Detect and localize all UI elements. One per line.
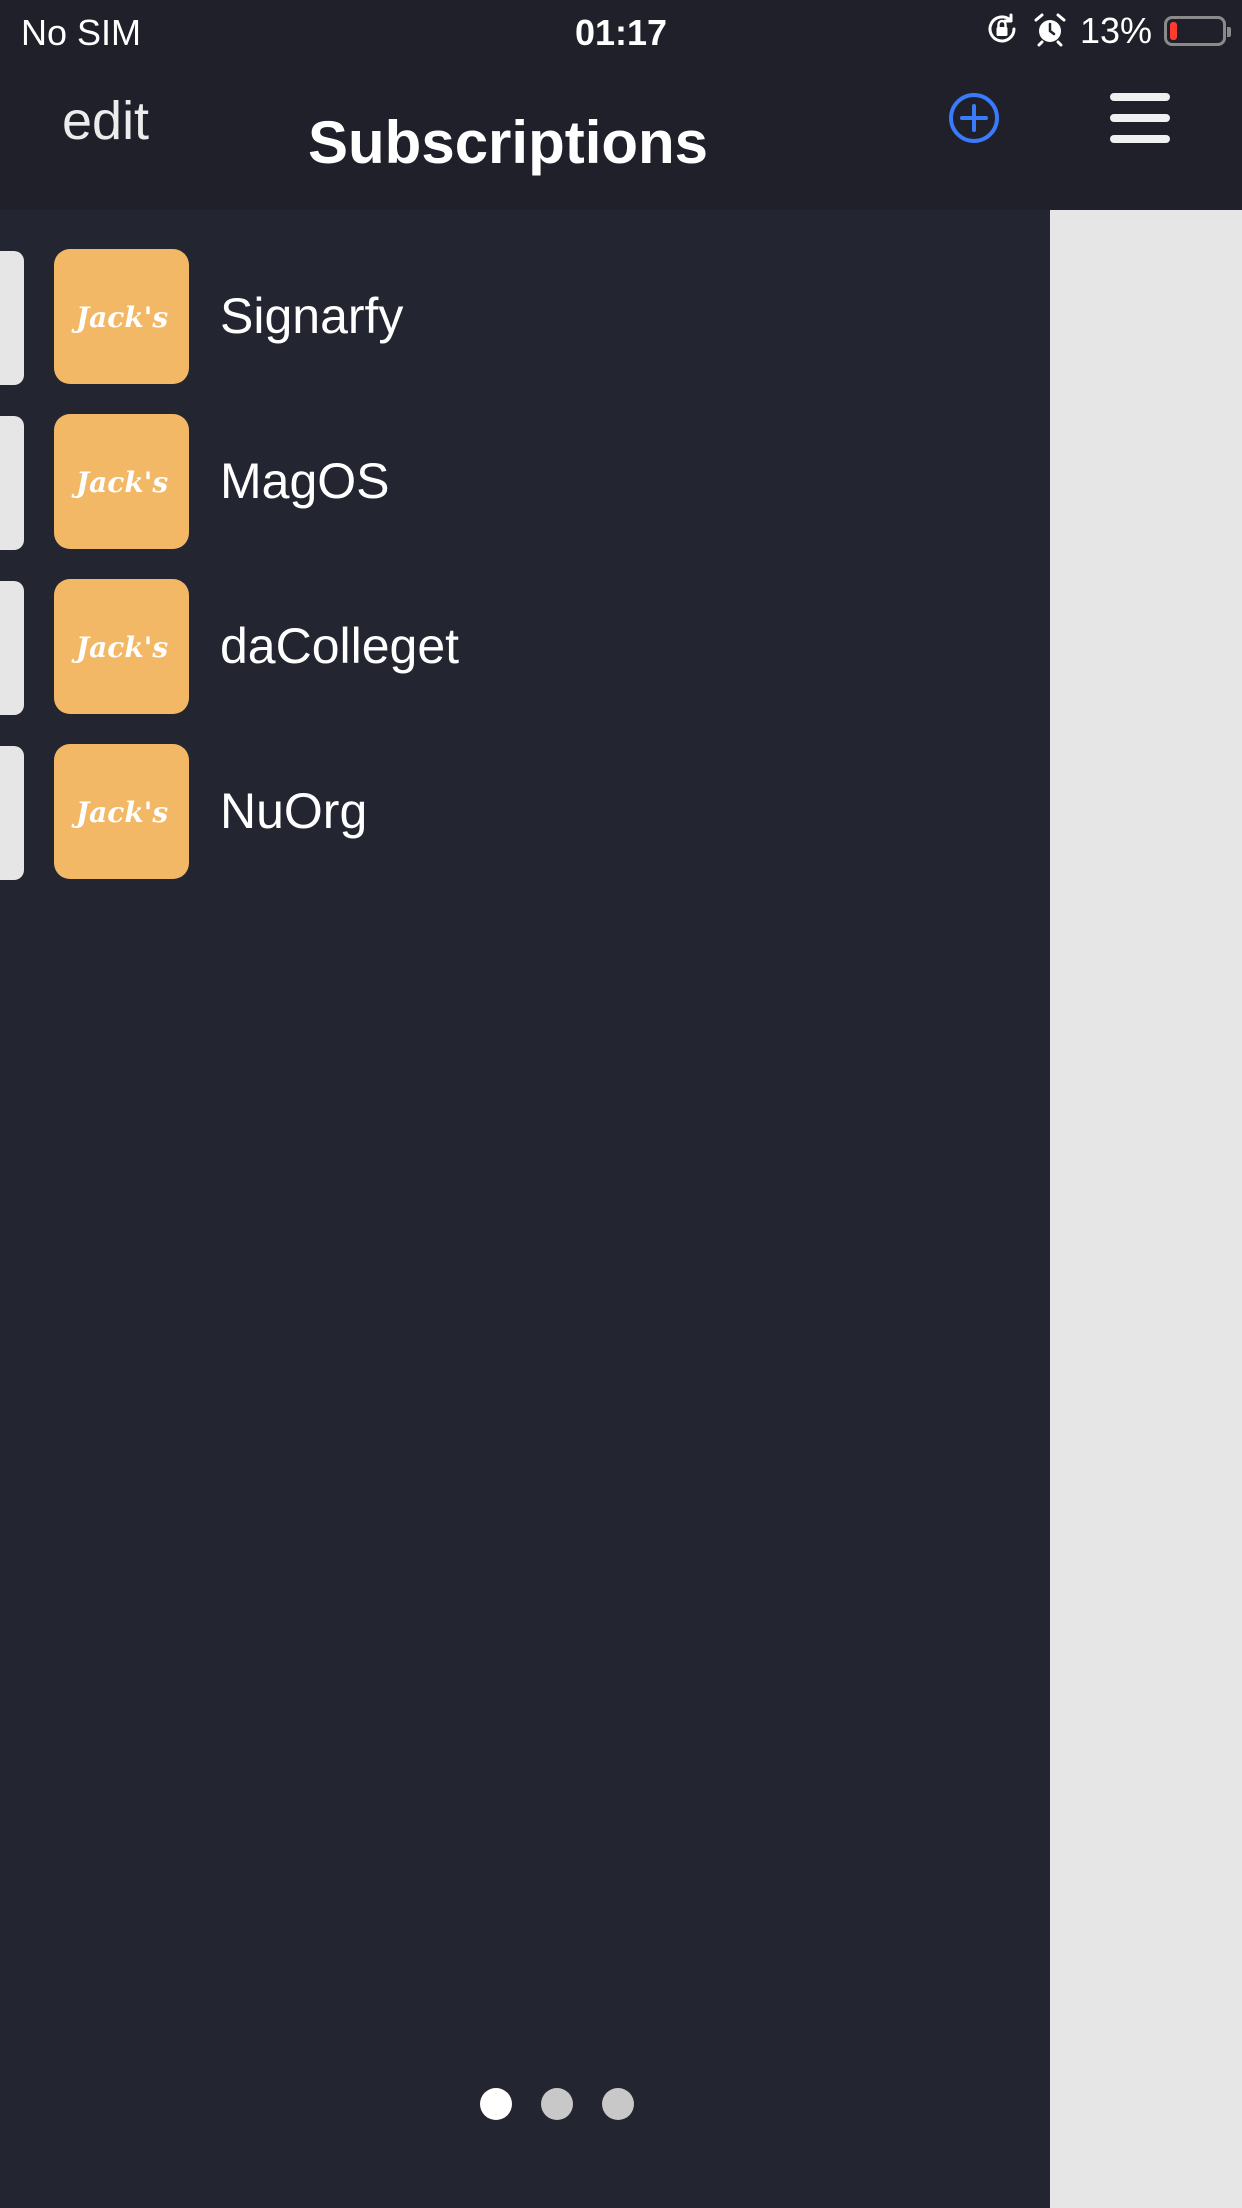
page-dot[interactable] [480,2088,512,2120]
subscription-row-signarfy[interactable]: Jack's Signarfy [0,249,1050,389]
previous-page-edge [0,416,24,550]
hamburger-menu-icon[interactable] [1108,90,1172,146]
status-bar: No SIM 01:17 13% [0,0,1242,62]
navigation-bar: edit Subscriptions [0,62,1242,210]
logo-text: Jack's [70,796,167,829]
status-indicators: 13% [984,10,1231,52]
page-dot[interactable] [541,2088,573,2120]
jacks-logo: Jack's [70,631,167,664]
battery-fill [1170,22,1177,40]
page-title: Subscriptions [308,109,709,176]
page-indicator[interactable] [480,2088,634,2120]
subscription-logo: Jack's [54,579,189,714]
subscription-name: MagOS [220,453,390,509]
subscriptions-list: Jack's Signarfy Jack's MagOS Jack's daCo… [0,210,1050,2208]
subscription-row-magos[interactable]: Jack's MagOS [0,414,1050,554]
previous-page-edge [0,746,24,880]
orientation-lock-icon [984,11,1020,52]
battery-icon [1164,16,1231,46]
page-dot[interactable] [602,2088,634,2120]
previous-page-edge [0,251,24,385]
subscription-name: daColleget [220,618,460,674]
subscription-name: Signarfy [220,288,404,344]
jacks-logo: Jack's [70,301,167,334]
jacks-logo: Jack's [70,796,167,829]
subscription-logo: Jack's [54,249,189,384]
battery-percent: 13% [1079,10,1152,51]
subscription-row-nuorg[interactable]: Jack's NuOrg [0,744,1050,884]
jacks-logo: Jack's [70,466,167,499]
subscription-row-dacolleget[interactable]: Jack's daColleget [0,579,1050,719]
add-circle-icon[interactable] [946,90,1002,146]
next-page-panel[interactable] [1050,210,1242,2208]
previous-page-edge [0,581,24,715]
logo-text: Jack's [70,466,167,499]
alarm-icon [1032,11,1068,52]
edit-button[interactable]: edit [62,90,149,152]
logo-text: Jack's [70,631,167,664]
subscription-logo: Jack's [54,414,189,549]
subscription-name: NuOrg [220,783,368,839]
menu-button[interactable] [1108,90,1172,146]
logo-text: Jack's [70,301,167,334]
subscription-logo: Jack's [54,744,189,879]
add-subscription-button[interactable] [946,90,1002,146]
